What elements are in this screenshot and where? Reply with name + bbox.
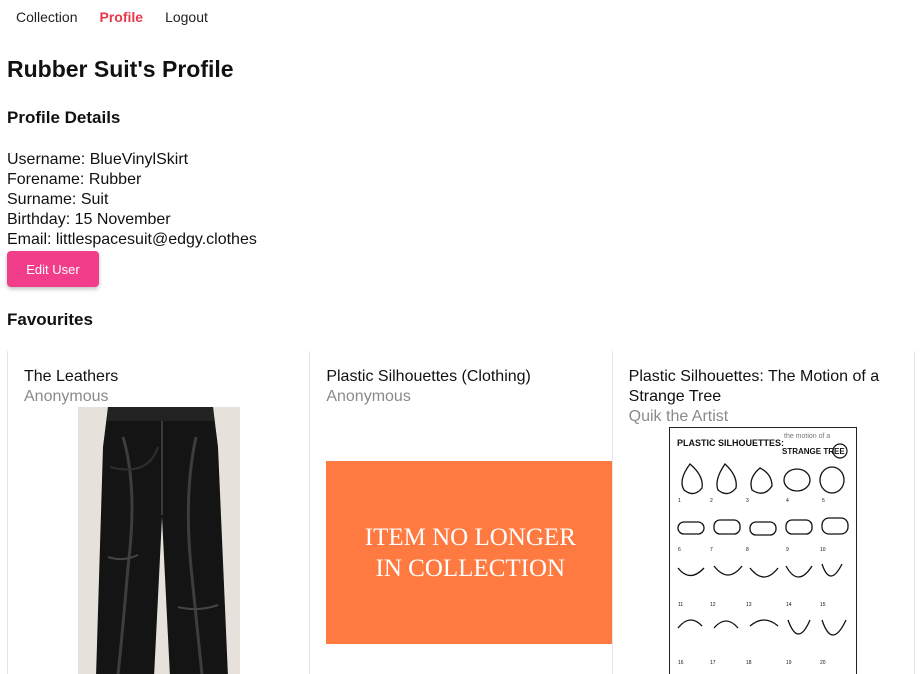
nav-logout[interactable]: Logout	[165, 9, 208, 25]
plastic-silhouettes-poster-image[interactable]: PLASTIC SILHOUETTES: the motion of a STR…	[669, 427, 858, 674]
top-nav: Collection Profile Logout	[0, 0, 230, 34]
birthday-text: Birthday: 15 November	[7, 211, 171, 228]
svg-text:3: 3	[746, 498, 749, 504]
item-no-longer-in-collection-image[interactable]: ITEM NO LONGER IN COLLECTION	[326, 461, 612, 644]
svg-text:9: 9	[786, 547, 789, 553]
svg-text:7: 7	[710, 547, 713, 553]
favourite-card[interactable]: Plastic Silhouettes: The Motion of a Str…	[613, 351, 915, 674]
svg-text:16: 16	[678, 660, 684, 666]
nav-collection[interactable]: Collection	[16, 9, 77, 25]
svg-text:12: 12	[710, 602, 716, 608]
surname-text: Surname: Suit	[7, 191, 109, 208]
favourite-card[interactable]: Plastic Silhouettes (Clothing) Anonymous…	[310, 351, 613, 674]
poster-illustration: PLASTIC SILHOUETTES: the motion of a STR…	[677, 433, 849, 666]
svg-text:10: 10	[820, 547, 826, 553]
page-title: Rubber Suit's Profile	[7, 56, 234, 82]
forename-text: Forename: Rubber	[7, 171, 142, 188]
favourite-card[interactable]: The Leathers Anonymous	[7, 351, 311, 674]
profile-details: Username: BlueVinylSkirt Forename: Rubbe…	[7, 150, 257, 250]
svg-text:17: 17	[710, 660, 716, 666]
favourites-heading: Favourites	[7, 310, 93, 329]
svg-text:19: 19	[786, 660, 792, 666]
email-text: Email: littlespacesuit@edgy.clothes	[7, 231, 257, 248]
svg-text:11: 11	[678, 602, 683, 608]
nav-profile[interactable]: Profile	[99, 9, 143, 25]
svg-text:20: 20	[820, 660, 826, 666]
card-artist: Anonymous	[326, 388, 411, 405]
edit-user-button[interactable]: Edit User	[7, 251, 99, 287]
svg-text:13: 13	[746, 602, 752, 608]
svg-text:1: 1	[678, 498, 681, 504]
card-artist: Anonymous	[24, 388, 109, 405]
favourites-grid: The Leathers Anonymous Plastic Silhouett…	[7, 351, 915, 674]
svg-text:18: 18	[746, 660, 752, 666]
svg-text:6: 6	[678, 547, 681, 553]
card-title[interactable]: Plastic Silhouettes (Clothing)	[326, 367, 595, 387]
profile-details-heading: Profile Details	[7, 108, 121, 127]
trousers-illustration	[77, 407, 240, 674]
svg-text:5: 5	[822, 498, 825, 504]
svg-text:8: 8	[746, 547, 749, 553]
card-artist: Quik the Artist	[628, 408, 729, 425]
card-title[interactable]: The Leathers	[24, 367, 293, 387]
username-text: Username: BlueVinylSkirt	[7, 151, 189, 168]
black-leather-trousers-image[interactable]	[77, 407, 240, 674]
svg-text:14: 14	[786, 602, 792, 608]
svg-text:4: 4	[786, 498, 789, 504]
placeholder-text: ITEM NO LONGER IN COLLECTION	[364, 523, 576, 582]
svg-text:2: 2	[710, 498, 713, 504]
poster-subtitle-2: STRANGE TREE	[782, 447, 845, 456]
svg-text:15: 15	[820, 602, 826, 608]
poster-subtitle: the motion of a	[784, 433, 830, 440]
poster-title: PLASTIC SILHOUETTES:	[677, 438, 784, 448]
card-title[interactable]: Plastic Silhouettes: The Motion of a Str…	[629, 367, 898, 407]
